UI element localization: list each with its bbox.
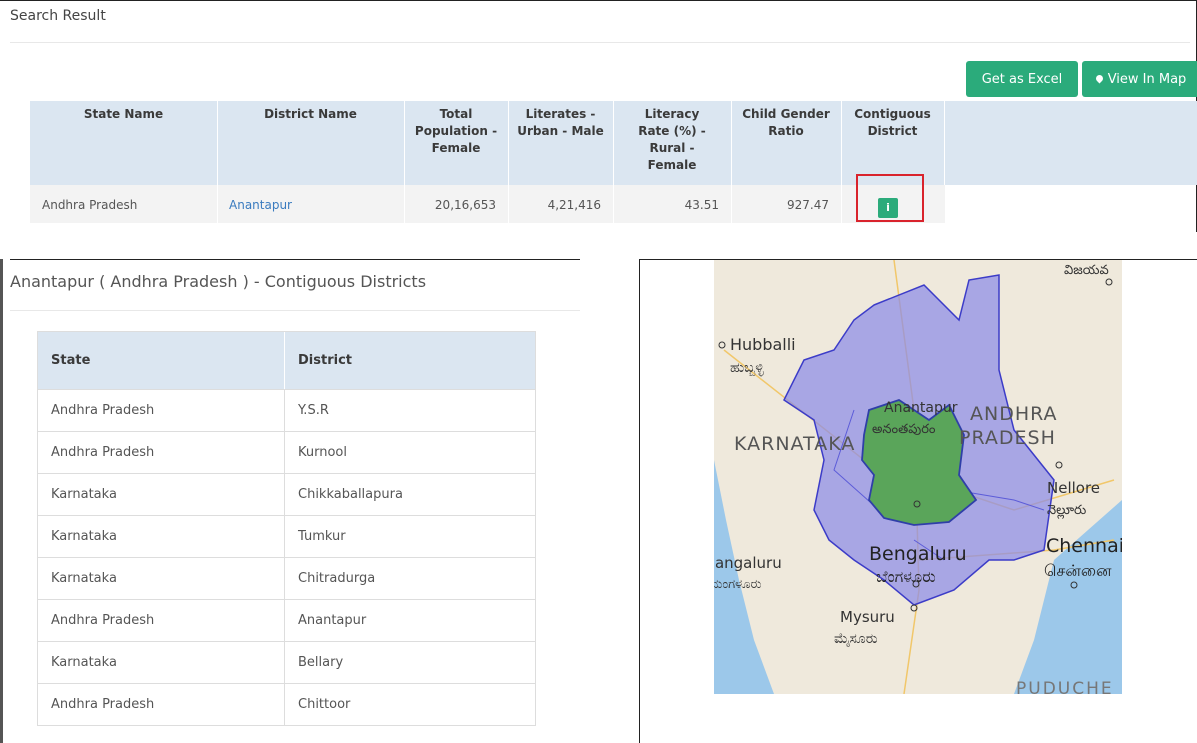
search-result-title: Search Result [10,8,106,24]
header-child-gender-ratio[interactable]: Child Gender Ratio [731,106,841,140]
map-label-nellore: Nellore [1047,479,1100,497]
info-icon[interactable]: i [878,198,898,218]
header-total-population-female[interactable]: Total Population - Female [404,106,508,157]
table-row: Karnataka Tumkur [38,515,535,557]
cell-literates-urban-male: 4,21,416 [547,198,601,212]
map-label-mangaluru-kannada: ಮಂಗಳೂರು [714,577,762,592]
map-label-mysuru: Mysuru [840,608,895,626]
title-divider [10,310,580,311]
cell-child-gender-ratio: 927.47 [787,198,829,212]
map-canvas: Hubballi ಹುಬ್ಬಳ್ಳಿ KARNATAKA Anantapur అ… [714,260,1122,694]
contiguous-districts-title: Anantapur ( Andhra Pradesh ) - Contiguou… [10,272,427,291]
table-row: Karnataka Chikkaballapura [38,473,535,515]
header-literacy-rate-rural-female[interactable]: Literacy Rate (%) - Rural - Female [613,106,731,174]
map-label-mysuru-kannada: ಮೈಸೂರು [834,631,878,647]
district-link[interactable]: Anantapur [229,198,292,212]
contiguous-districts-map[interactable]: Hubballi ಹುಬ್ಬಳ್ಳಿ KARNATAKA Anantapur అ… [714,260,1122,694]
cell-state-name: Andhra Pradesh [42,198,138,212]
map-label-pradesh: PRADESH [959,427,1056,449]
table-row: Andhra Pradesh Anantapur [38,599,535,641]
panel-top-border [10,259,580,260]
cell-state: Andhra Pradesh [38,432,285,473]
cell-state: Karnataka [38,558,285,599]
column-divider [944,101,945,185]
table-row: Karnataka Bellary [38,641,535,683]
map-label-anantapur: Anantapur [884,400,958,416]
cell-state: Karnataka [38,642,285,683]
title-divider [10,42,1190,43]
map-label-karnataka: KARNATAKA [734,433,855,455]
header-state-name[interactable]: State Name [30,106,217,123]
contiguous-districts-table: State District Andhra Pradesh Y.S.R Andh… [37,331,536,726]
cell-district: Y.S.R [298,403,329,418]
table-row: Karnataka Chitradurga [38,557,535,599]
header-district: District [298,353,352,368]
cell-literacy-rate-rural-female: 43.51 [684,198,719,212]
map-label-chennai-tamil: சென்னை [1044,561,1112,580]
table-row: Andhra Pradesh Chittoor [38,683,535,725]
map-label-bengaluru-kannada: ಬೆಂಗಳೂರು [876,567,936,586]
cell-district: Chitradurga [298,571,376,586]
header-contiguous-district: Contiguous District [854,107,931,138]
cell-state: Andhra Pradesh [38,390,285,431]
table-header: State District [38,332,535,389]
table-row: Andhra Pradesh Y.S.R [38,389,535,431]
map-marker-icon [1094,73,1105,83]
map-label-andhra: ANDHRA [970,403,1058,425]
map-label-hubballi-kannada: ಹುಬ್ಬಳ್ಳಿ [730,360,764,376]
header-district-name[interactable]: District Name [217,106,404,123]
map-label-anantapur-telugu: అనంతపురం [872,422,936,437]
cell-district: Chikkaballapura [298,487,403,502]
cell-district: Tumkur [298,529,346,544]
cell-district: Anantapur [298,613,367,628]
header-literates-urban-male[interactable]: Literates - Urban - Male [508,106,613,140]
view-in-map-button[interactable]: View In Map [1082,61,1197,97]
table-row: Andhra Pradesh Kurnool [38,431,535,473]
cell-state: Karnataka [38,474,285,515]
panel-left-border [0,259,3,743]
get-as-excel-button[interactable]: Get as Excel [966,61,1078,97]
map-label-mangaluru: Mangaluru [714,554,782,572]
map-label-bengaluru: Bengaluru [869,543,967,565]
header-state: State [38,332,285,389]
map-label-nellore-telugu: నెల్లూరు [1047,503,1087,519]
cell-state: Karnataka [38,516,285,557]
map-label-vijayawada-telugu: విజయవ [1064,263,1109,278]
map-label-hubballi: Hubballi [730,335,796,354]
cell-district: Chittoor [298,697,351,712]
cell-district: Kurnool [298,445,347,460]
get-as-excel-label: Get as Excel [981,71,1063,87]
cell-total-population-female: 20,16,653 [434,198,496,212]
map-label-puducherry: PUDUCHE [1016,679,1114,694]
cell-district: Bellary [298,655,344,670]
cell-state: Andhra Pradesh [38,684,285,725]
cell-state: Andhra Pradesh [38,600,285,641]
view-in-map-label: View In Map [1107,71,1187,87]
map-label-chennai: Chennai [1046,535,1122,557]
